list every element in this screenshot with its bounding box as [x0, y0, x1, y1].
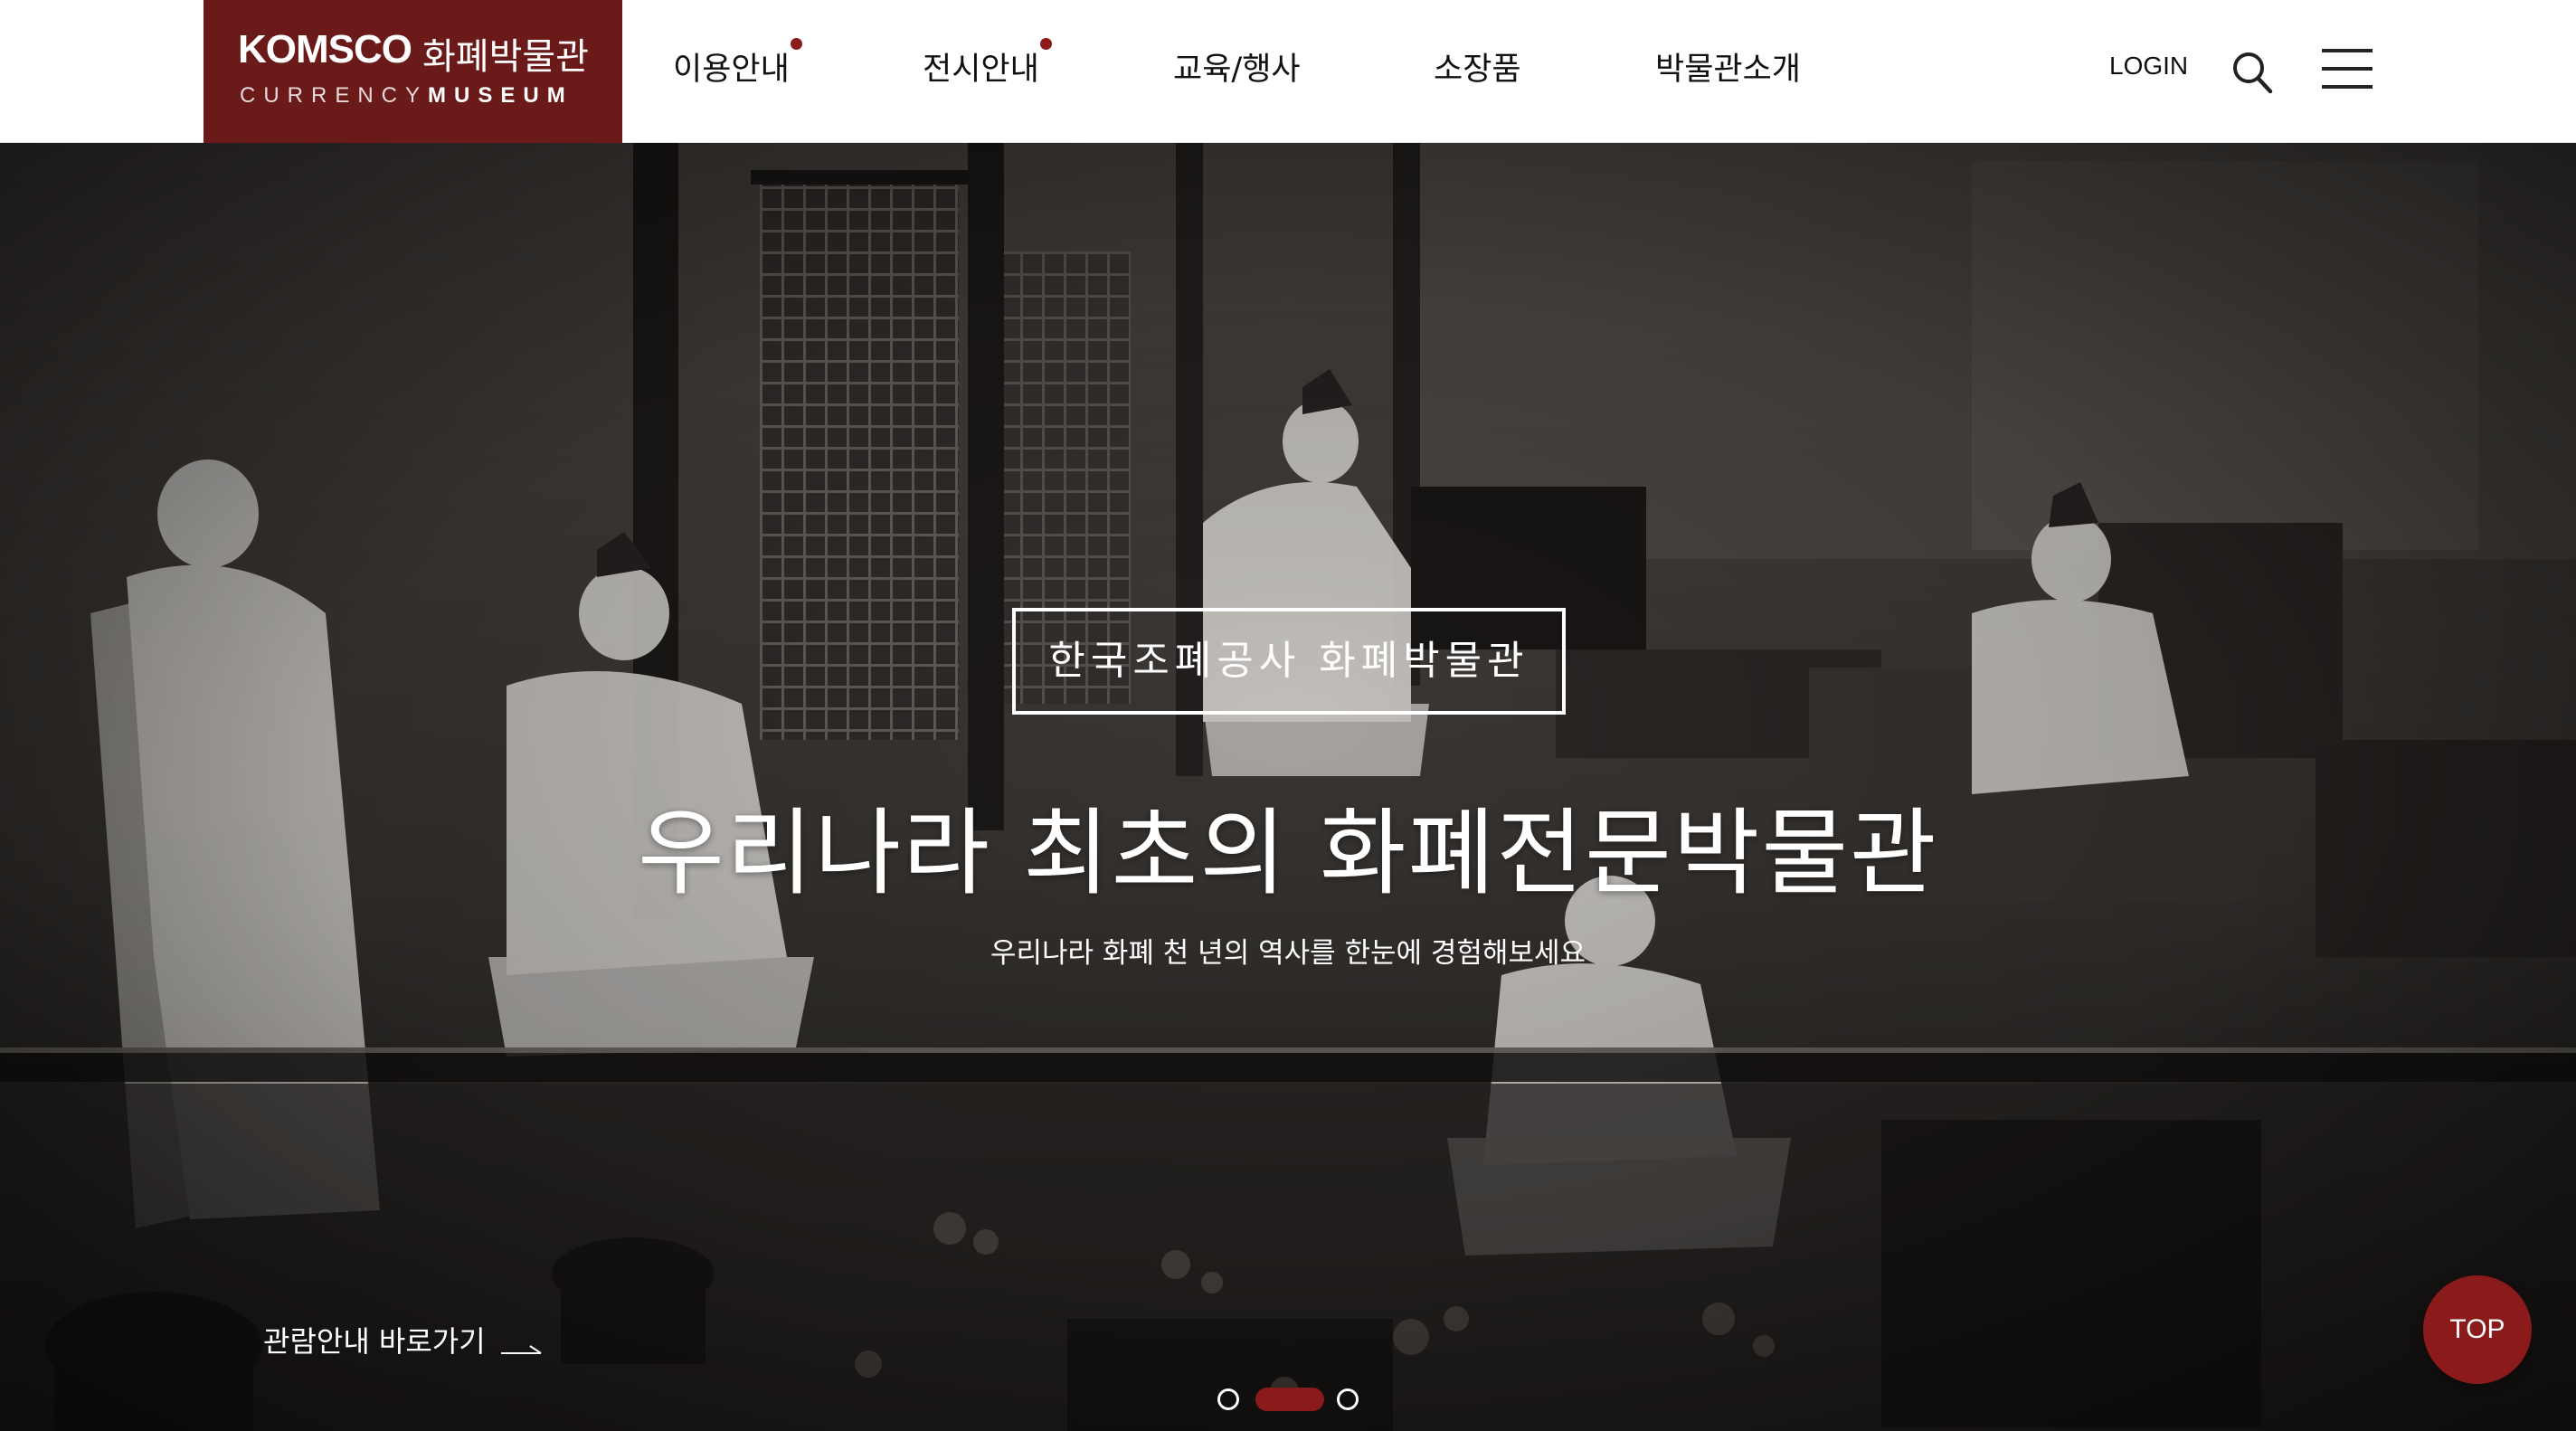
scroll-top-button[interactable]: TOP [2423, 1275, 2532, 1384]
logo-brand-text: KOMSCO [238, 27, 412, 71]
nav-item-about[interactable]: 박물관소개 [1655, 43, 1801, 90]
search-icon[interactable] [2230, 49, 2274, 96]
nav-item-label: 박물관소개 [1655, 52, 1802, 88]
hero-subtitle: 우리나라 화폐 천 년의 역사를 한눈에 경험해보세요 [990, 937, 1586, 970]
nav-item-collections[interactable]: 소장품 [1434, 43, 1521, 90]
nav-item-visitor-info[interactable]: 이용안내 [673, 38, 802, 90]
hero-slider: 한국조폐공사 화폐박물관 우리나라 최초의 화폐전문박물관 우리나라 화폐 천 … [0, 143, 2576, 1431]
logo-museum-name: 화폐박물관 [422, 36, 589, 78]
nav-item-label: 이용안내 [673, 52, 790, 88]
new-indicator-dot [1039, 38, 1052, 50]
slide-pagination [1217, 1386, 1362, 1413]
nav-item-education-events[interactable]: 교육/행사 [1173, 43, 1301, 90]
logo-subtitle-light: CURRENCY [240, 83, 429, 108]
slide-dot-1[interactable] [1217, 1388, 1239, 1410]
logo-subtitle: CURRENCYMUSEUM [240, 83, 573, 109]
slide-dot-2-active[interactable] [1255, 1388, 1324, 1411]
nav-item-label: 전시안내 [923, 52, 1039, 88]
site-header: KOMSCO 화폐박물관 CURRENCYMUSEUM 이용안내 전시안내 교육… [0, 0, 2576, 143]
hamburger-menu-icon[interactable] [2322, 45, 2372, 92]
logo-subtitle-bold: MUSEUM [428, 83, 573, 108]
visitor-guide-link[interactable]: 관람안내 바로가기 [263, 1319, 486, 1360]
nav-item-exhibitions[interactable]: 전시안내 [923, 38, 1052, 90]
slide-dot-3[interactable] [1337, 1388, 1359, 1410]
hero-title: 우리나라 최초의 화폐전문박물관 [638, 798, 1938, 908]
hero-badge: 한국조폐공사 화폐박물관 [1012, 608, 1566, 715]
nav-item-label: 교육/행사 [1173, 52, 1301, 88]
login-link[interactable]: LOGIN [2109, 52, 2188, 81]
new-indicator-dot [790, 38, 802, 50]
site-logo[interactable]: KOMSCO 화폐박물관 CURRENCYMUSEUM [204, 0, 622, 143]
arrow-right-icon[interactable] [499, 1339, 545, 1357]
nav-item-label: 소장품 [1434, 52, 1521, 88]
